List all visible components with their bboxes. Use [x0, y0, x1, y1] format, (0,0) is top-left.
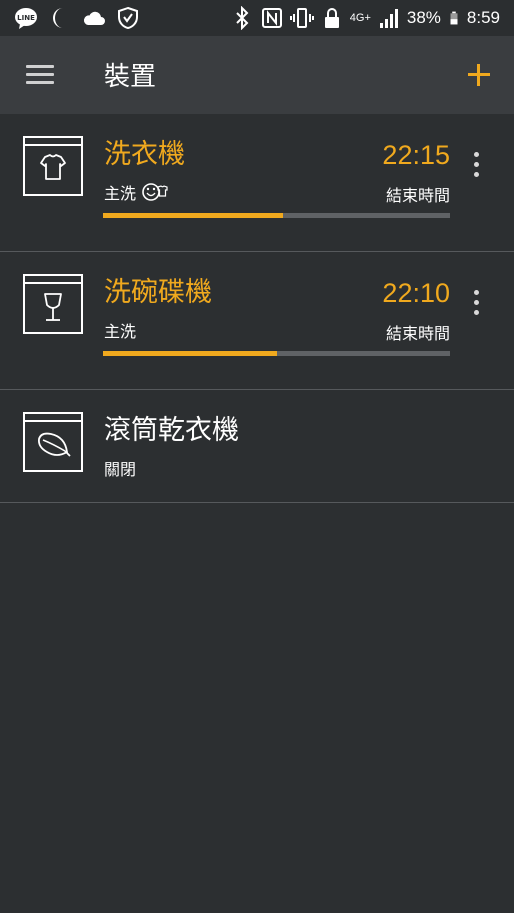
vibrate-icon — [289, 8, 314, 28]
progress-fill — [103, 351, 277, 356]
signal-icon — [379, 9, 398, 28]
status-bar: LINE 4G+ 38% 8:59 — [0, 0, 514, 36]
device-name: 滾筒乾衣機 — [104, 415, 239, 446]
device-name: 洗衣機 — [104, 139, 185, 170]
end-time-label: 結束時間 — [385, 186, 450, 205]
device-status: 主洗 — [104, 318, 136, 342]
hamburger-menu-icon[interactable] — [20, 56, 60, 94]
device-status-label: 主洗 — [104, 322, 137, 341]
end-time-label: 結束時間 — [385, 324, 450, 343]
device-row-dryer[interactable]: 滾筒乾衣機 關閉 — [0, 390, 514, 503]
dishwasher-glass-icon — [23, 274, 83, 334]
lock-icon — [324, 8, 339, 28]
device-status: 關閉 — [104, 456, 136, 480]
end-time: 22:15 — [382, 140, 450, 170]
end-time: 22:10 — [382, 278, 450, 308]
more-options-icon[interactable] — [466, 290, 486, 320]
battery-icon — [450, 11, 458, 25]
battery-percent: 38% — [406, 8, 441, 27]
shield-icon — [118, 6, 138, 30]
progress-bar — [103, 213, 450, 218]
nfc-icon — [261, 8, 282, 28]
cloud-icon — [83, 11, 105, 25]
bluetooth-icon — [236, 6, 249, 30]
page-title: 裝置 — [104, 62, 157, 92]
more-options-icon[interactable] — [466, 152, 486, 182]
progress-fill — [103, 213, 284, 218]
svg-text:LINE: LINE — [17, 14, 35, 22]
device-row-washer[interactable]: 洗衣機 主洗 22:15 結束時間 — [0, 114, 514, 252]
device-name: 洗碗碟機 — [104, 277, 212, 308]
washer-shirt-icon — [23, 136, 83, 196]
status-bar-left: LINE — [14, 6, 140, 30]
add-device-button[interactable] — [458, 54, 500, 96]
device-status-label: 關閉 — [104, 460, 137, 479]
dryer-feather-icon — [23, 412, 83, 472]
device-list: 洗衣機 主洗 22:15 結束時間 洗碗碟機 主洗 22:10 結束時間 滾筒乾… — [0, 114, 514, 503]
device-status-label: 主洗 — [104, 184, 137, 203]
line-app-icon: LINE — [15, 8, 37, 29]
network-type: 4G+ — [349, 12, 371, 24]
progress-bar — [103, 351, 450, 356]
smiley-shirt-icon — [142, 183, 168, 201]
device-row-dishwasher[interactable]: 洗碗碟機 主洗 22:10 結束時間 — [0, 252, 514, 390]
clock: 8:59 — [466, 8, 500, 27]
status-bar-right: 4G+ 38% 8:59 — [230, 6, 500, 30]
moon-icon — [53, 8, 63, 28]
app-bar: 裝置 — [0, 36, 514, 114]
device-status: 主洗 — [104, 180, 168, 204]
